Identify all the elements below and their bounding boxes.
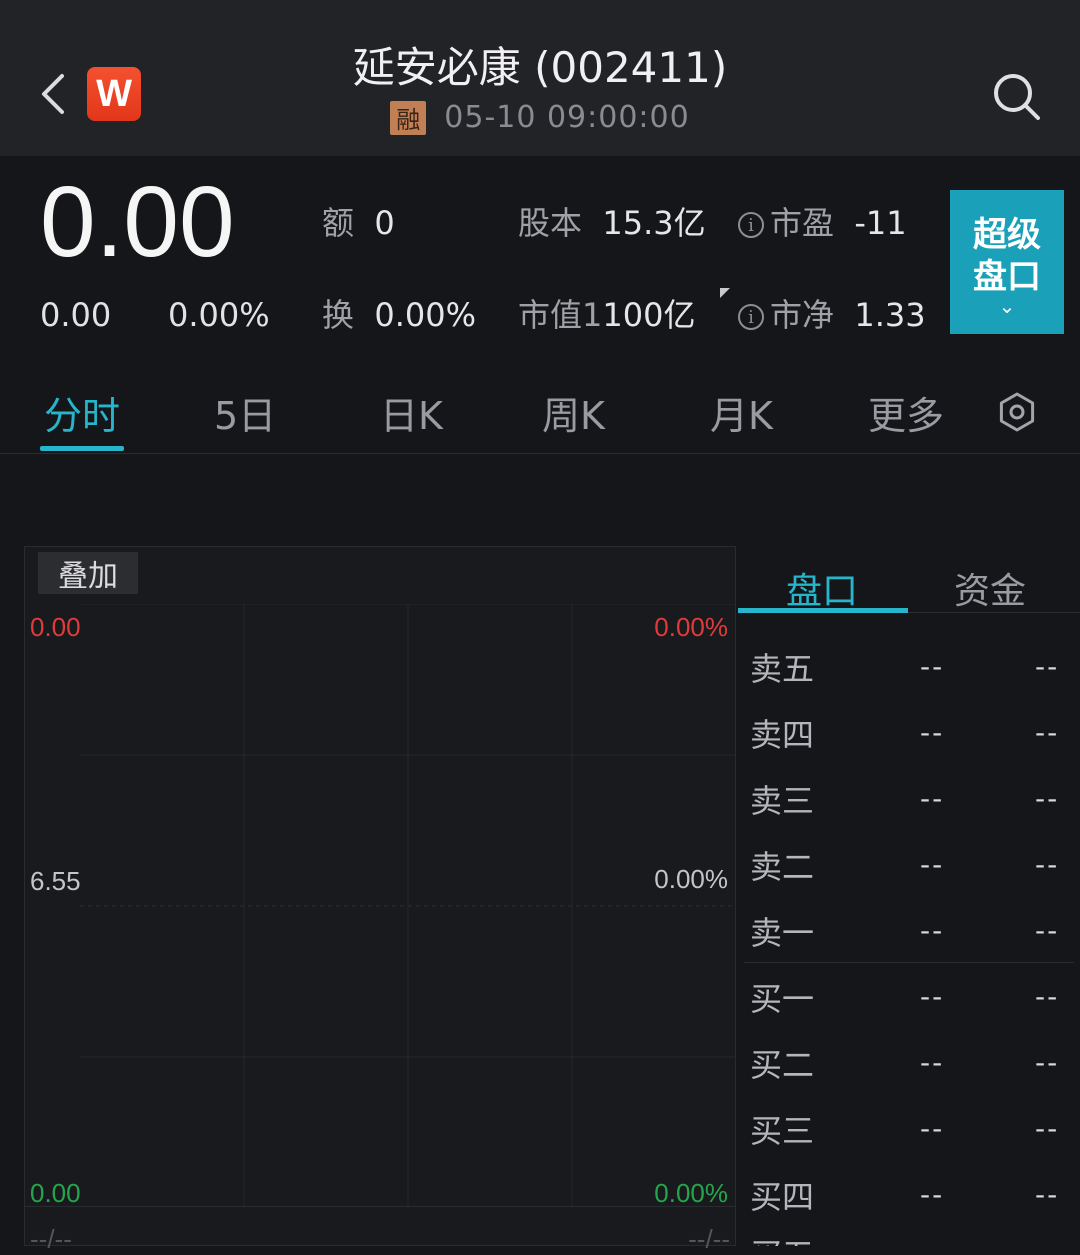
tab-monthly-k[interactable]: 月K bbox=[710, 385, 773, 440]
left-axis-mid: 6.55 bbox=[30, 866, 81, 896]
pb-stat[interactable]: i 市净 1.33 bbox=[738, 290, 926, 336]
super-button-line2: 盘口 bbox=[973, 257, 1041, 297]
pb-value: 1.33 bbox=[854, 296, 926, 334]
bid5-price: -- bbox=[920, 1236, 956, 1246]
right-axis-low: 0.00% bbox=[654, 1178, 728, 1208]
orderbook-active-indicator bbox=[738, 608, 908, 613]
ask4-label: 卖四 bbox=[750, 716, 815, 754]
bid-ask-divider bbox=[744, 962, 1074, 963]
left-axis-low: 0.00 bbox=[30, 1178, 81, 1208]
ask1-label: 卖一 bbox=[750, 914, 815, 952]
info-icon[interactable]: i bbox=[738, 304, 764, 330]
price-change: 0.00 bbox=[40, 296, 112, 334]
pe-value: -11 bbox=[854, 204, 907, 242]
chart-grid bbox=[80, 604, 736, 1208]
subtitle-row: 融 05-10 09:00:00 bbox=[0, 100, 1080, 135]
bid4-price: -- bbox=[920, 1178, 945, 1211]
tab-capital-flow[interactable]: 资金 bbox=[954, 562, 1026, 614]
turnover-stat: 换 0.00% bbox=[322, 290, 476, 336]
turnover-value: 0.00% bbox=[374, 296, 477, 334]
bid2-label: 买二 bbox=[750, 1046, 815, 1084]
active-tab-indicator bbox=[40, 446, 124, 451]
super-orderbook-button[interactable]: 超级 盘口 ⌄ bbox=[950, 190, 1064, 334]
bid2-volume: -- bbox=[1035, 1046, 1060, 1079]
market-cap-stat[interactable]: 市值1100亿 bbox=[518, 290, 695, 336]
super-button-line1: 超级 bbox=[973, 215, 1041, 255]
right-axis-mid: 0.00% bbox=[654, 864, 728, 894]
bid5-volume: -- bbox=[1035, 1236, 1071, 1246]
dropdown-corner-icon bbox=[720, 288, 730, 298]
bid4-label: 买四 bbox=[750, 1178, 815, 1216]
amount-value: 0 bbox=[374, 204, 395, 242]
market-cap-label: 市值1 bbox=[518, 296, 603, 334]
tab-weekly-k[interactable]: 周K bbox=[542, 385, 605, 440]
tab-orderbook[interactable]: 盘口 bbox=[786, 562, 858, 614]
right-axis-high: 0.00% bbox=[654, 612, 728, 642]
bid4-volume: -- bbox=[1035, 1178, 1060, 1211]
share-capital-label: 股本 bbox=[518, 204, 583, 242]
stock-title: 延安必康 (002411) bbox=[352, 43, 728, 92]
ask2-volume: -- bbox=[1035, 848, 1060, 881]
ask1-volume: -- bbox=[1035, 914, 1060, 947]
tab-5day[interactable]: 5日 bbox=[214, 385, 276, 440]
ask5-label: 卖五 bbox=[750, 650, 815, 688]
margin-trading-badge: 融 bbox=[390, 100, 427, 135]
ask2-price: -- bbox=[920, 848, 945, 881]
bid1-price: -- bbox=[920, 980, 945, 1013]
ask4-volume: -- bbox=[1035, 716, 1060, 749]
time-axis-start: --/-- bbox=[30, 1224, 72, 1254]
ask5-price: -- bbox=[920, 650, 945, 683]
bid2-price: -- bbox=[920, 1046, 945, 1079]
gear-icon[interactable] bbox=[996, 391, 1038, 433]
bid5-label: 买五 bbox=[750, 1230, 814, 1246]
info-icon[interactable]: i bbox=[738, 212, 764, 238]
ask3-price: -- bbox=[920, 782, 945, 815]
tab-daily-k[interactable]: 日K bbox=[380, 385, 443, 440]
share-capital-stat: 股本 15.3亿 bbox=[518, 198, 706, 244]
tab-more[interactable]: 更多 bbox=[868, 385, 944, 440]
ask4-price: -- bbox=[920, 716, 945, 749]
ask2-label: 卖二 bbox=[750, 848, 815, 886]
chart-period-tabs: 分时 5日 日K 周K 月K 更多 bbox=[0, 385, 1080, 454]
ask3-label: 卖三 bbox=[750, 782, 815, 820]
bid1-volume: -- bbox=[1035, 980, 1060, 1013]
left-axis-high: 0.00 bbox=[30, 612, 81, 642]
chevron-down-icon: ⌄ bbox=[998, 294, 1016, 318]
turnover-label: 换 bbox=[322, 296, 355, 334]
market-cap-value: 100亿 bbox=[602, 296, 696, 334]
bid3-volume: -- bbox=[1035, 1112, 1060, 1145]
ask1-price: -- bbox=[920, 914, 945, 947]
bid1-label: 买一 bbox=[750, 980, 815, 1018]
chart-bottom-divider bbox=[24, 1206, 736, 1207]
bid3-price: -- bbox=[920, 1112, 945, 1145]
price-change-percent: 0.00% bbox=[168, 296, 270, 334]
pe-stat[interactable]: i 市盈 -11 bbox=[738, 198, 907, 244]
ask3-volume: -- bbox=[1035, 782, 1060, 815]
quote-datetime: 05-10 09:00:00 bbox=[444, 100, 690, 135]
overlay-button[interactable]: 叠加 bbox=[38, 552, 138, 594]
current-price: 0.00 bbox=[40, 166, 235, 278]
pe-label: 市盈 bbox=[770, 204, 835, 242]
pb-label: 市净 bbox=[770, 296, 835, 334]
share-capital-value: 15.3亿 bbox=[602, 204, 706, 242]
ask5-volume: -- bbox=[1035, 650, 1060, 683]
amount-stat: 额 0 bbox=[322, 198, 395, 244]
bid3-label: 买三 bbox=[750, 1112, 815, 1150]
search-icon[interactable] bbox=[990, 70, 1042, 122]
amount-label: 额 bbox=[322, 204, 355, 242]
tab-intraday[interactable]: 分时 bbox=[44, 385, 120, 440]
time-axis-end: --/-- bbox=[688, 1224, 730, 1254]
